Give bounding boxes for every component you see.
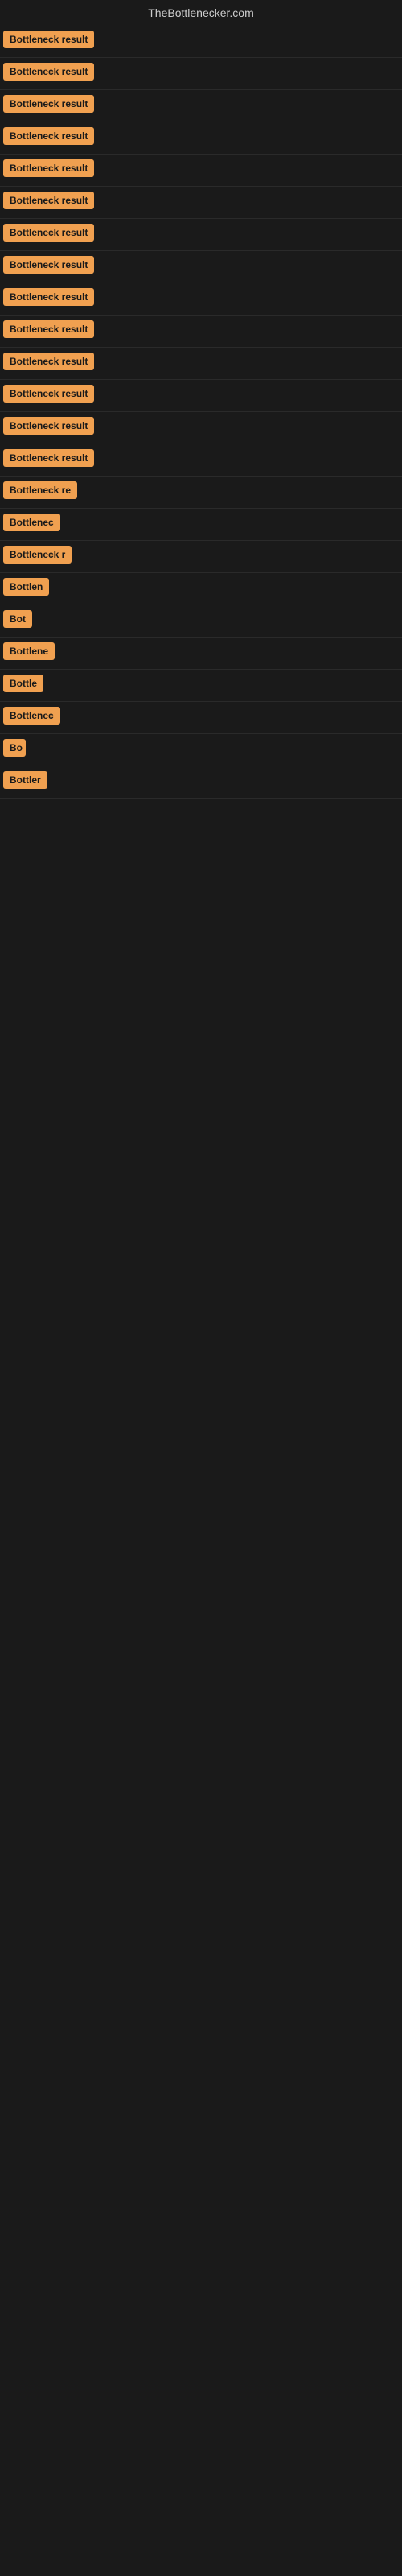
site-title: TheBottlenecker.com bbox=[0, 0, 402, 26]
list-item: Bottlen bbox=[0, 573, 402, 605]
list-item: Bottleneck result bbox=[0, 155, 402, 187]
bottleneck-result-badge[interactable]: Bottlen bbox=[3, 578, 49, 596]
list-item: Bottleneck result bbox=[0, 90, 402, 122]
list-item: Bottleneck result bbox=[0, 283, 402, 316]
bottleneck-result-badge[interactable]: Bottleneck result bbox=[3, 320, 94, 338]
bottleneck-result-badge[interactable]: Bottleneck result bbox=[3, 224, 94, 242]
bottleneck-result-badge[interactable]: Bottleneck result bbox=[3, 127, 94, 145]
list-item: Bo bbox=[0, 734, 402, 766]
bottleneck-result-badge[interactable]: Bottleneck result bbox=[3, 449, 94, 467]
list-item: Bottlenec bbox=[0, 702, 402, 734]
list-item: Bottleneck result bbox=[0, 380, 402, 412]
list-item: Bottleneck result bbox=[0, 187, 402, 219]
bottleneck-result-badge[interactable]: Bottlenec bbox=[3, 707, 60, 724]
list-item: Bottleneck result bbox=[0, 251, 402, 283]
bottleneck-result-badge[interactable]: Bottleneck result bbox=[3, 417, 94, 435]
bottleneck-result-badge[interactable]: Bottleneck r bbox=[3, 546, 72, 564]
bottleneck-result-badge[interactable]: Bottleneck re bbox=[3, 481, 77, 499]
bottleneck-result-badge[interactable]: Bottleneck result bbox=[3, 159, 94, 177]
list-item: Bottlene bbox=[0, 638, 402, 670]
list-item: Bottleneck result bbox=[0, 412, 402, 444]
bottleneck-result-badge[interactable]: Bottleneck result bbox=[3, 288, 94, 306]
list-item: Bottleneck result bbox=[0, 219, 402, 251]
list-item: Bottleneck result bbox=[0, 348, 402, 380]
list-item: Bottleneck result bbox=[0, 26, 402, 58]
list-item: Bottleneck re bbox=[0, 477, 402, 509]
bottleneck-result-badge[interactable]: Bottleneck result bbox=[3, 63, 94, 80]
bottleneck-result-badge[interactable]: Bottleneck result bbox=[3, 31, 94, 48]
bottleneck-result-badge[interactable]: Bot bbox=[3, 610, 32, 628]
bottleneck-result-badge[interactable]: Bo bbox=[3, 739, 26, 757]
bottleneck-result-badge[interactable]: Bottleneck result bbox=[3, 385, 94, 402]
bottleneck-result-badge[interactable]: Bottle bbox=[3, 675, 43, 692]
list-item: Bottleneck result bbox=[0, 316, 402, 348]
list-item: Bottleneck result bbox=[0, 122, 402, 155]
bottleneck-result-badge[interactable]: Bottlenec bbox=[3, 514, 60, 531]
bottleneck-result-badge[interactable]: Bottleneck result bbox=[3, 353, 94, 370]
list-item: Bot bbox=[0, 605, 402, 638]
list-item: Bottlenec bbox=[0, 509, 402, 541]
list-item: Bottler bbox=[0, 766, 402, 799]
bottleneck-result-badge[interactable]: Bottleneck result bbox=[3, 256, 94, 274]
bottleneck-result-badge[interactable]: Bottleneck result bbox=[3, 192, 94, 209]
bottleneck-result-badge[interactable]: Bottleneck result bbox=[3, 95, 94, 113]
list-item: Bottleneck result bbox=[0, 444, 402, 477]
list-item: Bottleneck r bbox=[0, 541, 402, 573]
list-item: Bottleneck result bbox=[0, 58, 402, 90]
list-item: Bottle bbox=[0, 670, 402, 702]
bottleneck-result-badge[interactable]: Bottlene bbox=[3, 642, 55, 660]
bottleneck-result-badge[interactable]: Bottler bbox=[3, 771, 47, 789]
